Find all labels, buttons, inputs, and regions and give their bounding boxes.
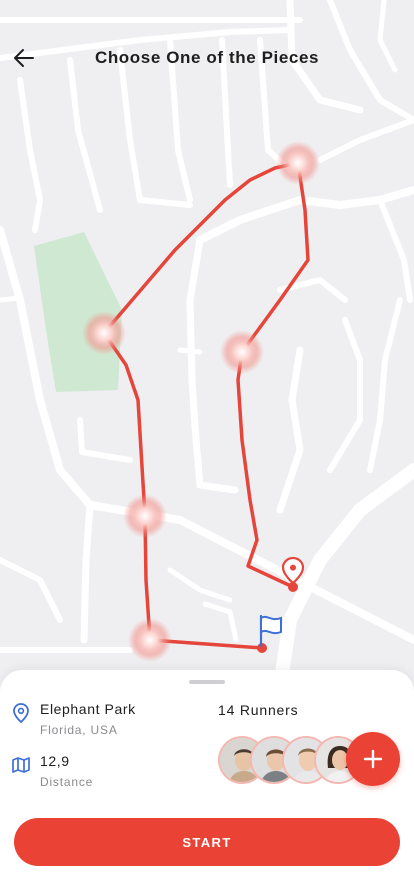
location-region: Florida, USA [40, 723, 118, 737]
route-waypoint[interactable] [128, 618, 172, 662]
add-runner-button[interactable] [346, 732, 400, 786]
page-title: Choose One of the Pieces [94, 48, 320, 67]
location-info: Elephant Park Florida, USA [12, 700, 136, 739]
distance-value: 12,9 [40, 753, 70, 769]
route-map[interactable] [0, 0, 414, 700]
route-waypoint[interactable] [220, 330, 264, 374]
route-waypoint[interactable] [123, 494, 167, 538]
location-name: Elephant Park [40, 701, 136, 717]
distance-info: 12,9 Distance [12, 752, 93, 791]
flag-icon [259, 614, 282, 648]
sheet-drag-handle[interactable] [189, 680, 225, 684]
route-waypoint[interactable] [276, 141, 320, 185]
map-icon [12, 756, 30, 774]
route-details-sheet: Elephant Park Florida, USA 12,9 Distance… [0, 670, 414, 896]
map-pin-icon [12, 703, 30, 723]
start-button[interactable]: START [14, 818, 400, 866]
screen: Choose One of the Pieces Elephant Park F… [0, 0, 414, 896]
route-waypoint[interactable] [82, 311, 126, 355]
distance-label: Distance [40, 775, 94, 789]
plus-icon [363, 749, 383, 769]
runners-count: 14 Runners [218, 702, 299, 718]
top-bar: Choose One of the Pieces [0, 38, 414, 78]
map-canvas [0, 0, 414, 700]
